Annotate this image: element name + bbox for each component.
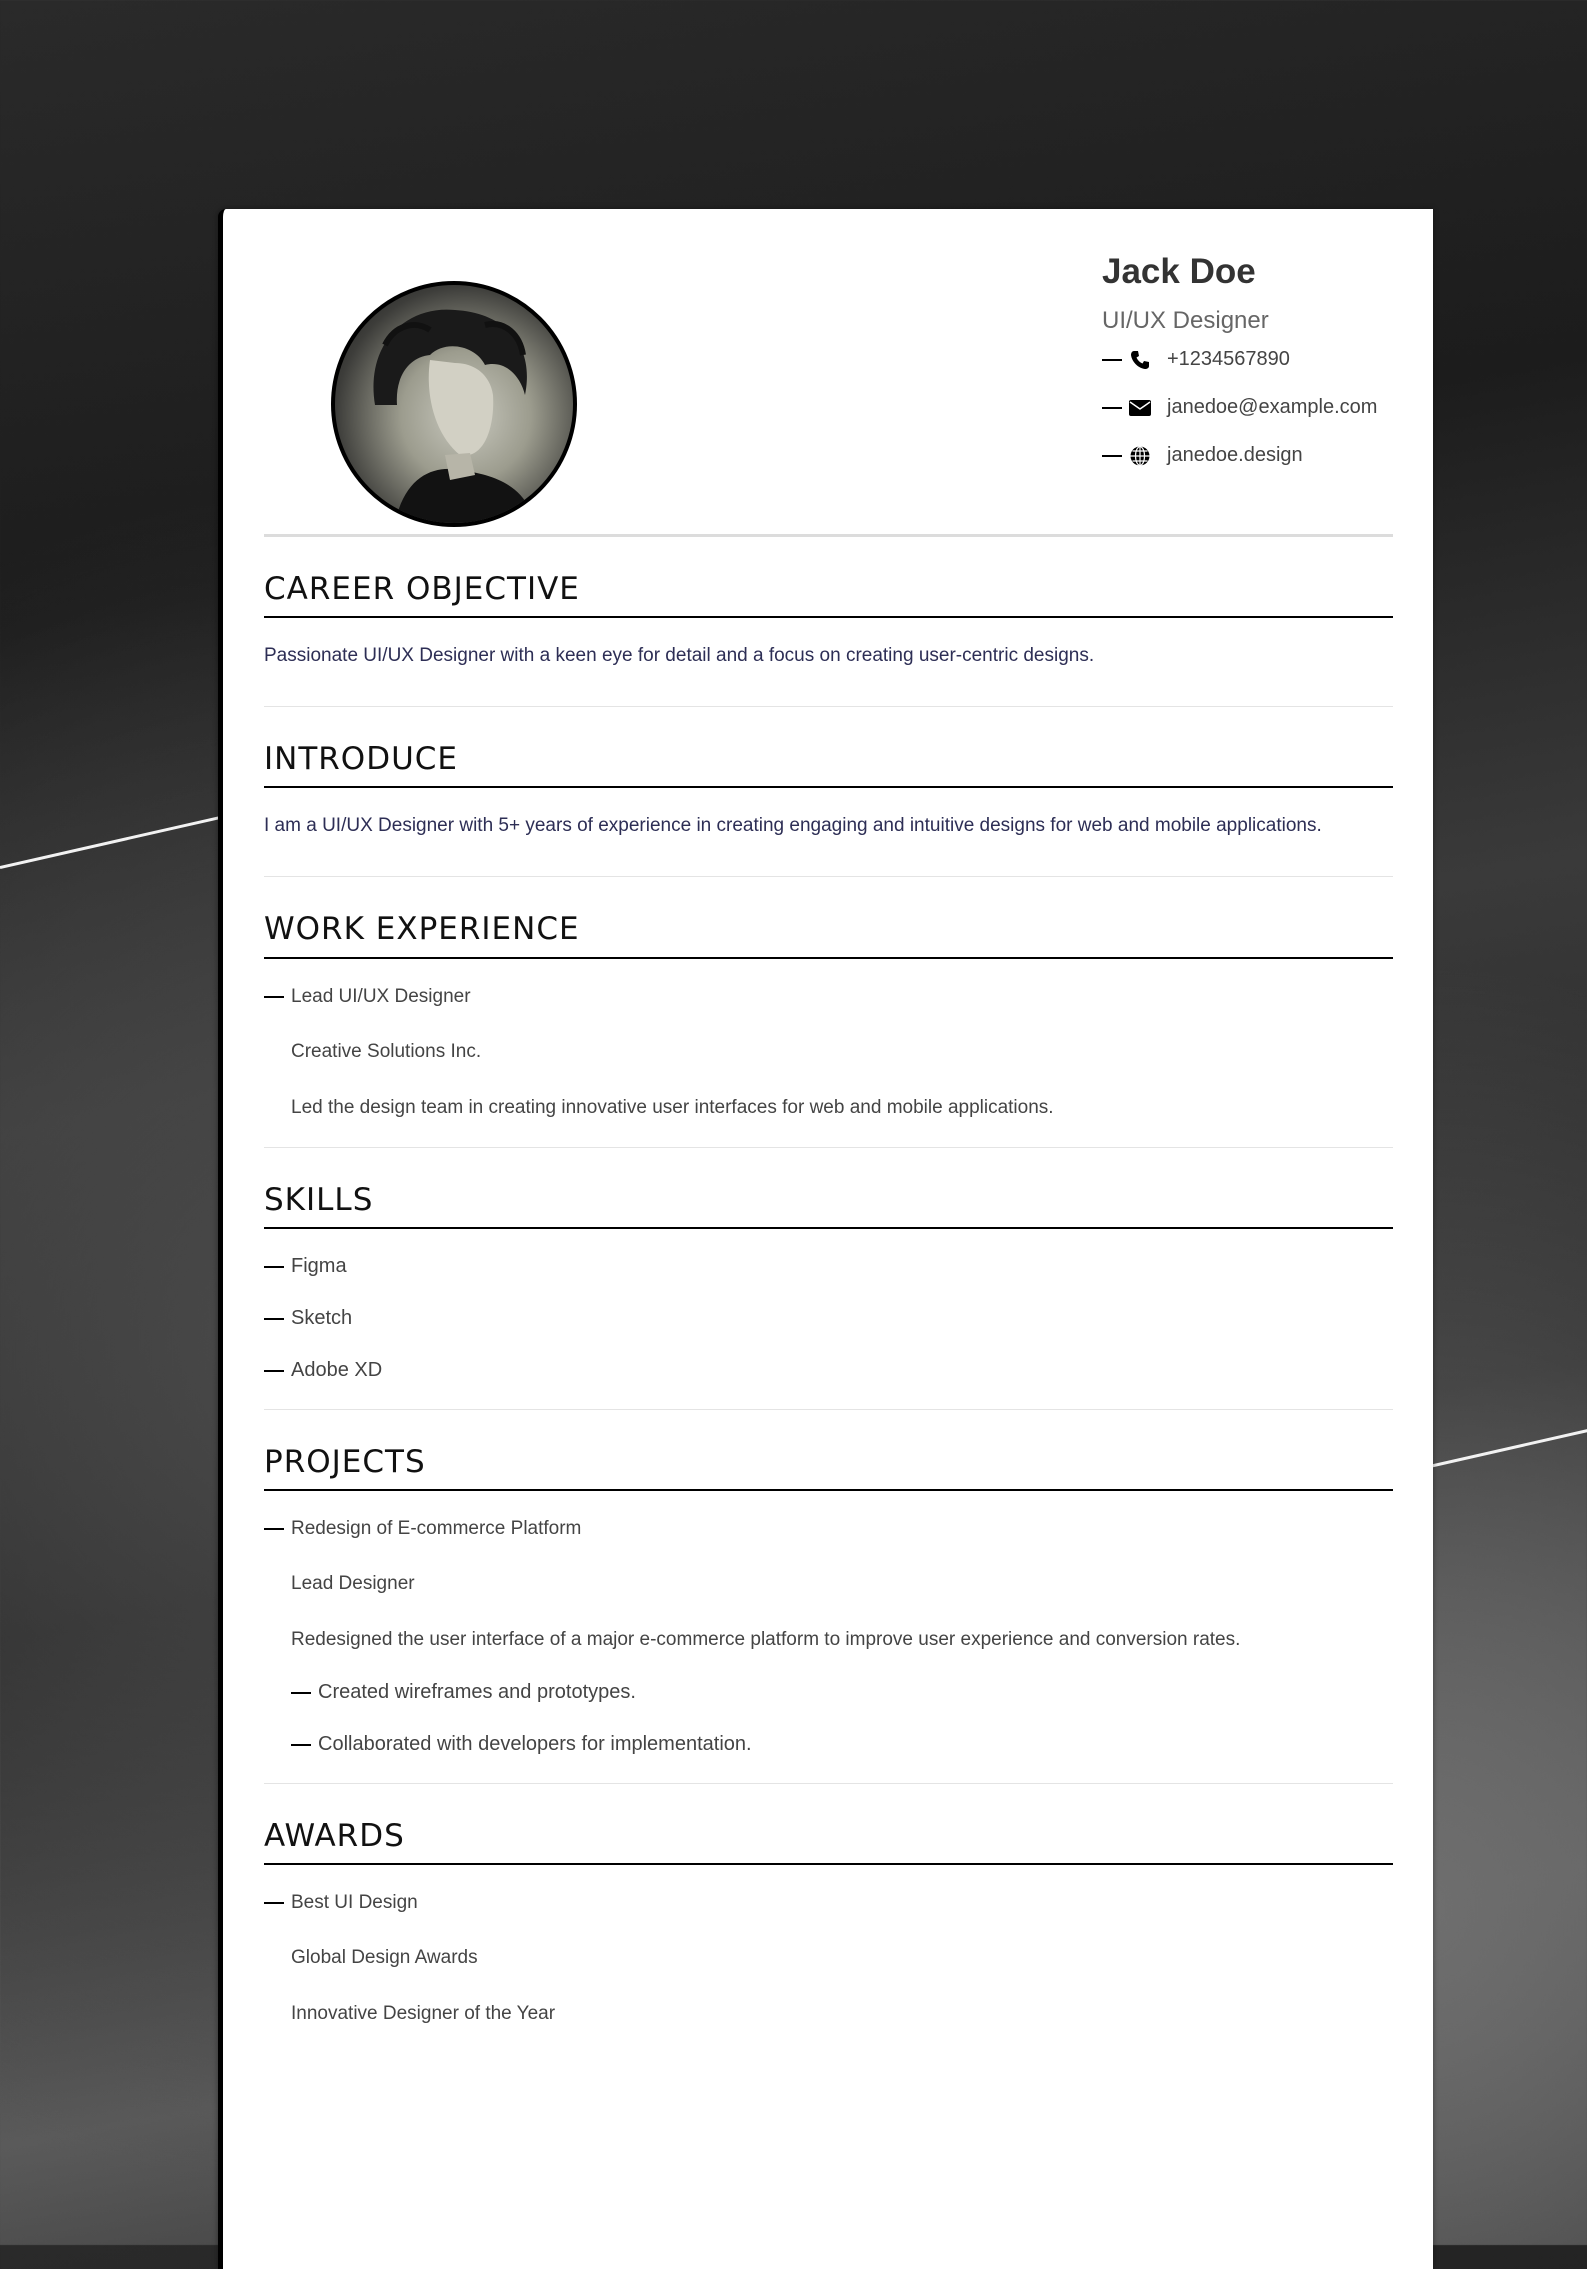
phone-icon	[1129, 349, 1151, 371]
skill-label: Adobe XD	[291, 1359, 383, 1382]
avatar	[331, 281, 577, 527]
job-company: Creative Solutions Inc.	[291, 1040, 482, 1062]
dash-marker	[264, 1902, 284, 1905]
job-role-label: Lead UI/UX Designer	[291, 985, 471, 1007]
section-projects: PROJECTS Redesign of E-commerce Platform…	[264, 1410, 1393, 1784]
section-career-objective: CAREER OBJECTIVE Passionate UI/UX Design…	[264, 537, 1393, 708]
dash-marker	[1102, 406, 1122, 409]
envelope-icon	[1129, 397, 1151, 419]
resume-header: Jack Doe UI/UX Designer +1234567890 jane…	[264, 209, 1393, 537]
project-highlight: Collaborated with developers for impleme…	[264, 1729, 1393, 1761]
background-stripe	[1424, 1427, 1587, 1469]
award-name-partial: Innovative Designer of the Year	[291, 2003, 556, 2025]
contact-block: Jack Doe UI/UX Designer +1234567890 jane…	[1102, 251, 1432, 480]
contact-phone: +1234567890	[1102, 336, 1432, 384]
dash-marker	[1102, 358, 1122, 361]
section-heading: PROJECTS	[264, 1444, 1393, 1491]
section-skills: SKILLS Figma Sketch Adobe XD	[264, 1148, 1393, 1410]
background-stripe	[0, 816, 220, 869]
candidate-name: Jack Doe	[1102, 252, 1256, 291]
introduce-text: I am a UI/UX Designer with 5+ years of e…	[264, 815, 1322, 837]
section-heading: INTRODUCE	[264, 741, 1393, 789]
section-heading: CAREER OBJECTIVE	[264, 571, 1393, 619]
award-name: Best UI Design	[264, 1887, 1393, 1919]
dash-marker	[264, 1265, 284, 1268]
section-heading: AWARDS	[264, 1818, 1393, 1866]
dash-marker	[264, 995, 284, 998]
dash-marker	[264, 1527, 284, 1530]
resume-content: Jack Doe UI/UX Designer +1234567890 jane…	[264, 209, 1393, 2053]
resume-page: Jack Doe UI/UX Designer +1234567890 jane…	[218, 209, 1433, 2269]
job-role: Lead UI/UX Designer	[264, 981, 1393, 1013]
section-work-experience: WORK EXPERIENCE Lead UI/UX Designer Crea…	[264, 877, 1393, 1148]
skill-label: Sketch	[291, 1307, 353, 1330]
website-link[interactable]: janedoe.design	[1167, 444, 1303, 467]
dash-marker	[291, 1691, 311, 1694]
award-issuer: Global Design Awards	[291, 1947, 478, 1969]
skill-label: Figma	[291, 1255, 347, 1278]
project-name: Redesign of E-commerce Platform	[264, 1513, 1393, 1545]
candidate-title: UI/UX Designer	[1102, 307, 1269, 334]
dash-marker	[264, 1317, 284, 1320]
project-highlight-label: Collaborated with developers for impleme…	[318, 1733, 752, 1756]
dash-marker	[1102, 454, 1122, 457]
contact-website: janedoe.design	[1102, 432, 1432, 480]
dash-marker	[291, 1743, 311, 1746]
avatar-portrait	[373, 309, 535, 523]
section-heading: WORK EXPERIENCE	[264, 911, 1393, 959]
section-awards: AWARDS Best UI Design Global Design Awar…	[264, 1784, 1393, 2053]
section-heading: SKILLS	[264, 1182, 1393, 1229]
contact-email: janedoe@example.com	[1102, 384, 1432, 432]
career-objective-text: Passionate UI/UX Designer with a keen ey…	[264, 645, 1095, 667]
project-description: Redesigned the user interface of a major…	[291, 1628, 1241, 1650]
email-address[interactable]: janedoe@example.com	[1167, 396, 1377, 419]
project-name-label: Redesign of E-commerce Platform	[291, 1517, 582, 1539]
award-name-label: Best UI Design	[291, 1892, 418, 1914]
project-highlight-label: Created wireframes and prototypes.	[318, 1681, 636, 1704]
project-highlight: Created wireframes and prototypes.	[264, 1677, 1393, 1709]
phone-number[interactable]: +1234567890	[1167, 348, 1290, 371]
section-introduce: INTRODUCE I am a UI/UX Designer with 5+ …	[264, 707, 1393, 878]
project-role: Lead Designer	[291, 1572, 415, 1594]
job-description: Led the design team in creating innovati…	[291, 1096, 1054, 1118]
skill-item: Figma	[264, 1251, 1393, 1283]
skill-item: Sketch	[264, 1303, 1393, 1335]
globe-icon	[1129, 445, 1151, 467]
dash-marker	[264, 1369, 284, 1372]
skill-item: Adobe XD	[264, 1355, 1393, 1387]
header-divider	[264, 534, 1393, 537]
